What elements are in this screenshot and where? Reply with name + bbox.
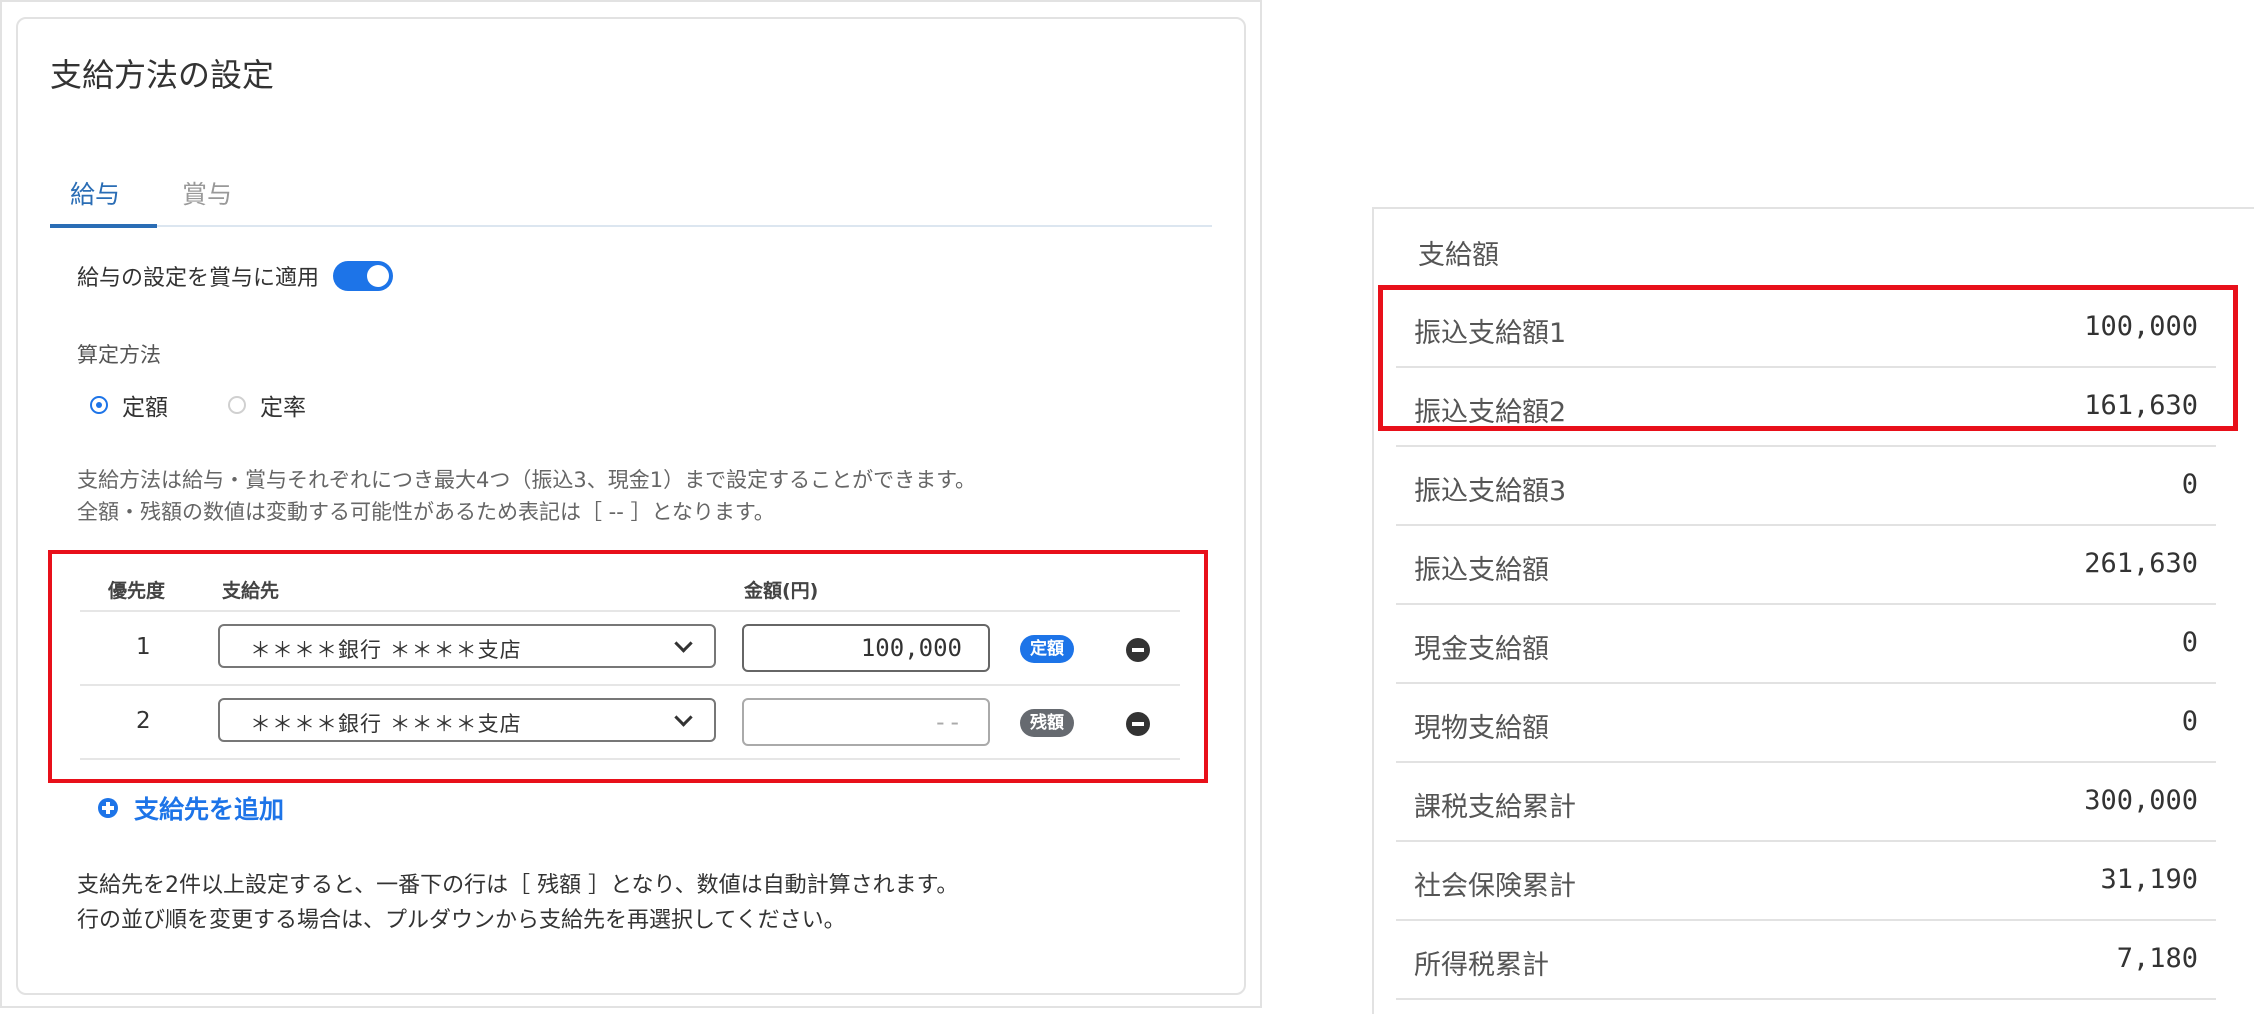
summary-label: 現物支給額 [1414,713,1549,744]
tab-active-indicator [50,224,157,228]
summary-row: 社会保険累計 31,190 [1396,840,2216,919]
row-priority: 1 [136,634,151,660]
footer-note: 支給先を2件以上設定すると、一番下の行は［ 残額 ］となり、数値は自動計算されま… [77,868,958,938]
plus-circle-icon [98,798,118,818]
summary-row: 所得税累計 7,180 [1396,919,2216,998]
calc-method-label: 算定方法 [77,343,161,367]
tab-bar: 給与 賞与 [50,157,1212,228]
summary-value: 7,180 [2116,943,2198,974]
tab-bonus[interactable]: 賞与 [182,175,232,211]
summary-title: 支給額 [1418,240,1499,271]
header-priority: 優先度 [108,580,166,602]
calc-method-radio-group: 定額 定率 [90,388,366,422]
summary-label: 社会保険累計 [1414,871,1576,902]
payment-destination-table: 優先度 支給先 金額(円) 1 ＊＊＊＊銀行 ＊＊＊＊支店 100,000 定額… [48,550,1208,783]
payment-settings-panel: 支給方法の設定 給与 賞与 給与の設定を賞与に適用 算定方法 定額 定率 支給方… [0,0,1262,1008]
add-destination-button[interactable]: 支給先を追加 [98,790,284,826]
radio-label-fixed: 定額 [122,395,168,421]
page-title: 支給方法の設定 [50,56,275,94]
summary-row: 振込支給額3 0 [1396,445,2216,524]
summary-divider [1396,998,2216,1000]
summary-label: 現金支給額 [1414,634,1549,665]
apply-to-bonus-row: 給与の設定を賞与に適用 [77,260,394,292]
summary-value: 0 [2181,627,2198,658]
summary-row: 現金支給額 0 [1396,603,2216,682]
add-destination-label: 支給先を追加 [134,795,285,824]
table-row: 2 ＊＊＊＊銀行 ＊＊＊＊支店 -- 残額 [52,686,1204,758]
summary-row: 振込支給額 261,630 [1396,524,2216,603]
notice-line-2: 全額・残額の数値は変動する可能性があるため表記は［ -- ］となります。 [77,500,775,524]
amount-input[interactable]: -- [742,698,990,746]
transfer-amount-highlight [1378,285,2238,431]
remove-row-button[interactable] [1126,712,1150,736]
summary-value: 300,000 [2084,785,2198,816]
row-priority: 2 [136,708,151,734]
chevron-down-icon [674,634,693,653]
header-destination: 支給先 [222,580,280,602]
header-amount: 金額(円) [744,580,819,602]
radio-selected-icon [90,396,108,414]
summary-row: 現物支給額 0 [1396,682,2216,761]
destination-select-value: ＊＊＊＊銀行 ＊＊＊＊支店 [250,712,522,736]
notice-text: 支給方法は給与・賞与それぞれにつき最大4つ（振込3、現金1）まで設定することがで… [77,464,976,528]
summary-value: 0 [2181,469,2198,500]
fixed-amount-badge: 定額 [1020,635,1074,663]
summary-label: 所得税累計 [1414,950,1549,981]
notice-line-1: 支給方法は給与・賞与それぞれにつき最大4つ（振込3、現金1）まで設定することがで… [77,468,976,492]
summary-label: 振込支給額3 [1414,476,1567,507]
footer-line-1: 支給先を2件以上設定すると、一番下の行は［ 残額 ］となり、数値は自動計算されま… [77,873,959,898]
toggle-knob [367,265,390,287]
summary-row: 課税支給累計 300,000 [1396,761,2216,840]
amount-input[interactable]: 100,000 [742,624,990,672]
tab-salary[interactable]: 給与 [70,175,120,211]
table-divider [80,758,1180,760]
summary-value: 261,630 [2084,548,2198,579]
destination-select-value: ＊＊＊＊銀行 ＊＊＊＊支店 [250,638,522,662]
destination-select[interactable]: ＊＊＊＊銀行 ＊＊＊＊支店 [218,624,716,668]
apply-to-bonus-toggle[interactable] [333,261,394,291]
summary-value: 0 [2181,706,2198,737]
radio-option-fixed[interactable]: 定額 [90,388,168,422]
remaining-amount-badge: 残額 [1020,709,1074,737]
radio-option-rate[interactable]: 定率 [228,388,306,422]
apply-to-bonus-label: 給与の設定を賞与に適用 [77,266,320,291]
radio-label-rate: 定率 [260,395,306,421]
summary-label: 課税支給累計 [1414,792,1576,823]
tab-divider [50,225,1212,227]
table-row: 1 ＊＊＊＊銀行 ＊＊＊＊支店 100,000 定額 [52,612,1204,684]
footer-line-2: 行の並び順を変更する場合は、プルダウンから支給先を再選択してください。 [77,908,846,933]
radio-unselected-icon [228,396,246,414]
remove-row-button[interactable] [1126,638,1150,662]
chevron-down-icon [674,708,693,727]
destination-select[interactable]: ＊＊＊＊銀行 ＊＊＊＊支店 [218,698,716,742]
summary-value: 31,190 [2100,864,2198,895]
summary-label: 振込支給額 [1414,555,1549,586]
